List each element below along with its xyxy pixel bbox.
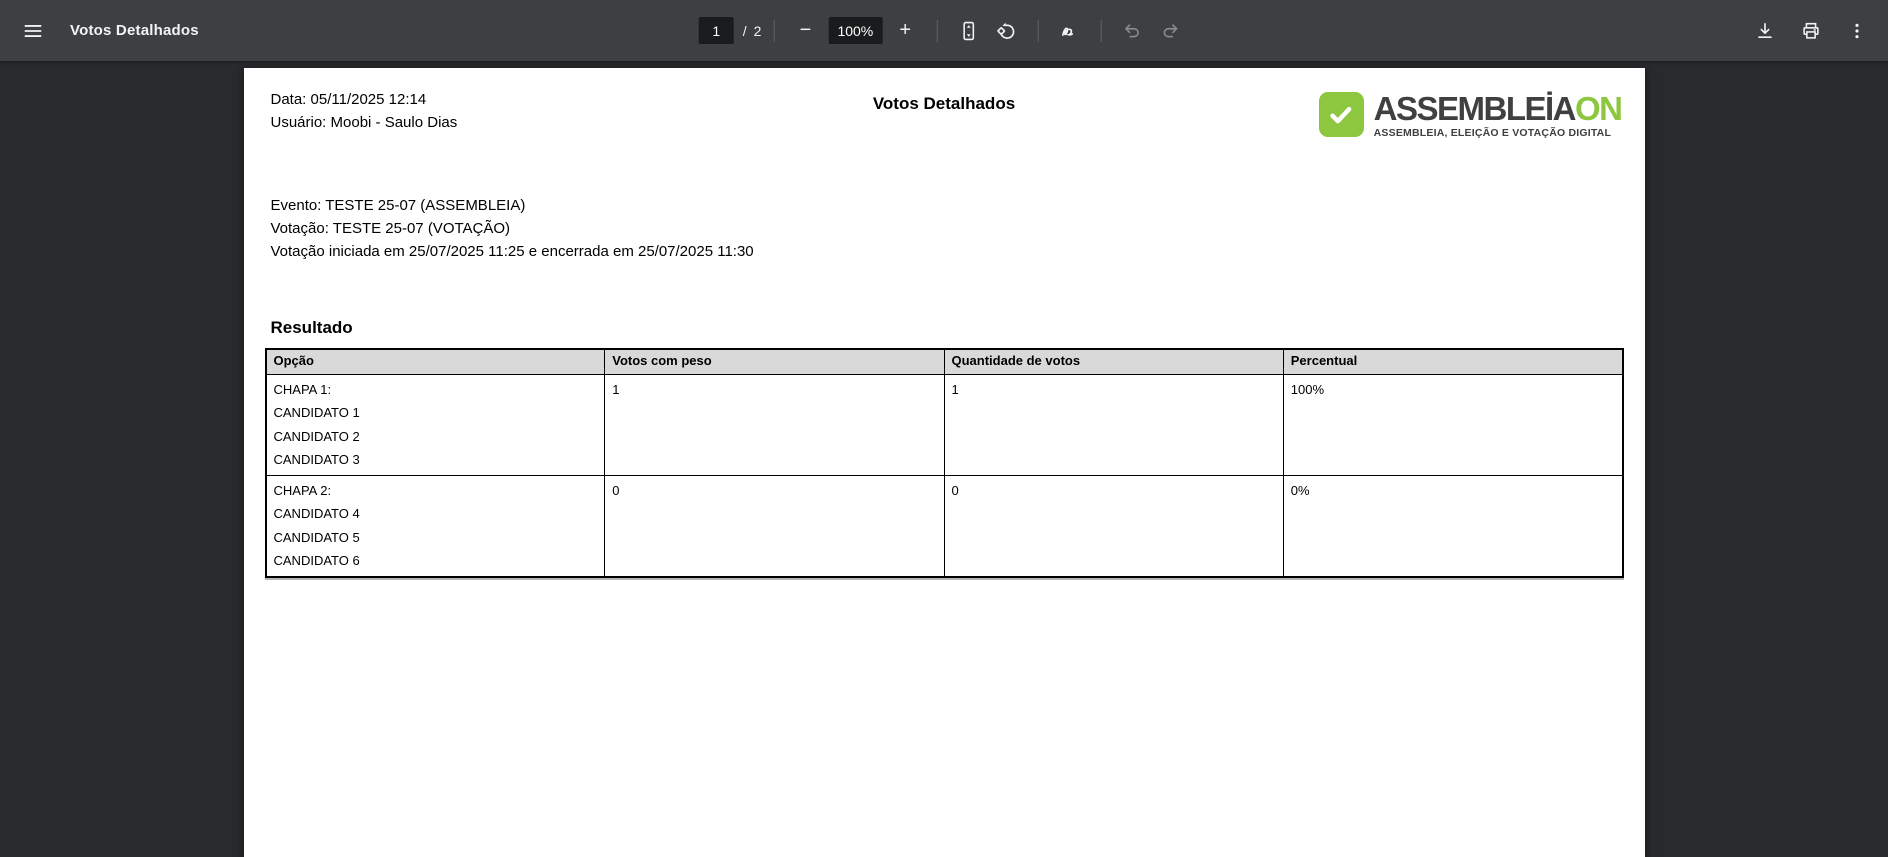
logo-brand-name: ASSEMBLEİAON [1374,92,1622,125]
meta-voting: Votação: TESTE 25-07 (VOTAÇÃO) [271,217,1618,240]
undo-icon [1122,20,1143,41]
rotate-counterclockwise-icon [995,20,1017,42]
toolbar-right-group [1746,12,1888,50]
annotate-draw-button[interactable] [1050,12,1088,50]
page-number-input[interactable]: 1 [699,17,734,44]
results-table: Opção Votos com peso Quantidade de votos… [265,348,1624,578]
meta-event: Evento: TESTE 25-07 (ASSEMBLEIA) [271,194,1618,217]
cell-votos-com-peso: 1 [605,374,944,475]
page-title: Votos Detalhados [873,94,1015,114]
cell-quantidade-de-votos: 0 [944,475,1283,577]
option-line: CANDIDATO 4 [274,502,598,526]
option-line: CANDIDATO 1 [274,401,598,425]
document-title-toolbar: Votos Detalhados [70,22,199,39]
toolbar-divider [773,20,774,42]
zoom-out-button[interactable]: − [786,12,824,50]
more-options-button[interactable] [1838,12,1876,50]
assembleiaon-logo: ASSEMBLEİAON ASSEMBLEIA, ELEIÇÃO E VOTAÇ… [1319,92,1622,139]
toolbar-left-group: Votos Detalhados [0,12,199,50]
column-header-opcao: Opção [266,349,605,374]
option-line: CANDIDATO 5 [274,526,598,550]
download-icon [1754,20,1776,42]
undo-button[interactable] [1113,12,1151,50]
checkmark-icon [1326,100,1356,130]
print-icon [1800,20,1822,42]
cell-opcao: CHAPA 2: CANDIDATO 4 CANDIDATO 5 CANDIDA… [266,475,605,577]
rotate-button[interactable] [987,12,1025,50]
pdf-page: Data: 05/11/2025 12:14 Usuário: Moobi - … [244,68,1645,857]
cell-opcao: CHAPA 1: CANDIDATO 1 CANDIDATO 2 CANDIDA… [266,374,605,475]
option-line: CHAPA 1: [274,378,598,402]
section-title-resultado: Resultado [271,318,1618,338]
annotate-draw-icon [1058,20,1080,42]
logo-tagline: ASSEMBLEIA, ELEIÇÃO E VOTAÇÃO DIGITAL [1374,127,1622,139]
page-separator: / [743,23,747,39]
more-vertical-icon [1847,21,1867,41]
hamburger-menu-icon [22,20,44,42]
logo-text: ASSEMBLEİAON ASSEMBLEIA, ELEIÇÃO E VOTAÇ… [1374,92,1622,139]
table-header-row: Opção Votos com peso Quantidade de votos… [266,349,1623,374]
cell-percentual: 0% [1283,475,1622,577]
cell-votos-com-peso: 0 [605,475,944,577]
zoom-in-button[interactable]: + [886,12,924,50]
document-header: Data: 05/11/2025 12:14 Usuário: Moobi - … [271,88,1618,172]
column-header-votos-com-peso: Votos com peso [605,349,944,374]
option-line: CANDIDATO 2 [274,425,598,449]
table-row: CHAPA 1: CANDIDATO 1 CANDIDATO 2 CANDIDA… [266,374,1623,475]
toolbar-center-group: 1 / 2 − 100% + [699,0,1190,61]
logo-brand-main: ASSEMBLEİA [1374,90,1575,127]
toolbar-divider [936,20,937,42]
logo-checkmark-box [1319,92,1364,137]
table-row: CHAPA 2: CANDIDATO 4 CANDIDATO 5 CANDIDA… [266,475,1623,577]
option-line: CANDIDATO 6 [274,549,598,573]
download-button[interactable] [1746,12,1784,50]
cell-percentual: 100% [1283,374,1622,475]
option-line: CANDIDATO 3 [274,448,598,472]
pdf-viewer-toolbar: Votos Detalhados 1 / 2 − 100% + [0,0,1888,61]
toolbar-divider [1037,20,1038,42]
redo-button[interactable] [1151,12,1189,50]
event-info-block: Evento: TESTE 25-07 (ASSEMBLEIA) Votação… [271,194,1618,263]
page-total: 2 [754,23,762,39]
meta-period: Votação iniciada em 25/07/2025 11:25 e e… [271,240,1618,263]
cell-quantidade-de-votos: 1 [944,374,1283,475]
logo-brand-accent: ON [1575,90,1622,127]
column-header-quantidade-de-votos: Quantidade de votos [944,349,1283,374]
menu-button[interactable] [14,12,52,50]
fit-to-page-button[interactable] [949,12,987,50]
toolbar-divider [1100,20,1101,42]
print-button[interactable] [1792,12,1830,50]
zoom-level-input[interactable]: 100% [828,17,882,44]
column-header-percentual: Percentual [1283,349,1622,374]
option-line: CHAPA 2: [274,479,598,503]
fit-to-page-icon [957,20,979,42]
pdf-viewer-canvas[interactable]: Data: 05/11/2025 12:14 Usuário: Moobi - … [0,61,1888,857]
redo-icon [1160,20,1181,41]
